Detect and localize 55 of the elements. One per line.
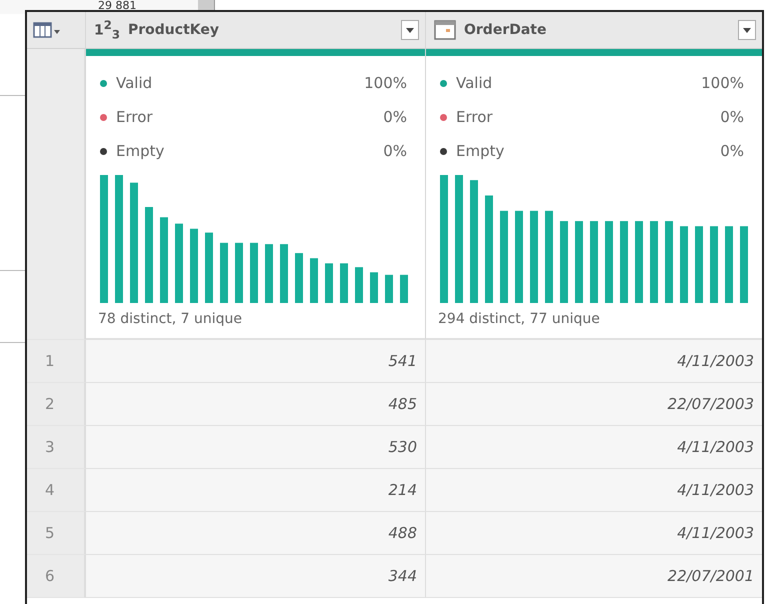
quality-percent: 0%: [383, 107, 407, 128]
table-cell: 541: [388, 352, 417, 370]
column-filter-button[interactable]: [738, 20, 756, 40]
column-filter-button[interactable]: [401, 20, 419, 40]
row-number: 3: [45, 438, 55, 456]
histogram-bar: [265, 244, 273, 303]
row-number: 1: [45, 352, 55, 370]
caret-icon: [743, 28, 751, 32]
quality-label: Valid: [116, 73, 154, 94]
histogram-bar: [385, 274, 393, 303]
calendar-icon[interactable]: [434, 20, 456, 40]
quality-label: Empty: [116, 141, 166, 162]
distribution-summary: 294 distinct, 77 unique: [438, 311, 601, 327]
histogram-bar: [340, 263, 348, 303]
background-value: 29 881: [98, 0, 136, 11]
table-cell: 485: [388, 395, 417, 413]
row-number: 5: [45, 524, 55, 542]
histogram-bar: [205, 232, 213, 303]
quality-percent: 0%: [720, 141, 744, 162]
distribution-summary: 78 distinct, 7 unique: [98, 311, 244, 327]
table-icon[interactable]: [33, 22, 61, 38]
histogram-bar: [370, 272, 378, 303]
histogram-bar: [400, 274, 408, 303]
quality-percent: 100%: [364, 73, 407, 94]
histogram-bar: [355, 267, 363, 303]
histogram-bar: [310, 258, 318, 303]
histogram-bar: [295, 253, 303, 303]
table-cell: 22/07/2001: [668, 567, 754, 585]
quality-label: Error: [456, 107, 494, 128]
table-cell: 22/07/2003: [668, 395, 754, 413]
histogram-bar: [280, 244, 288, 303]
table-cell: 214: [388, 481, 417, 499]
table-cell: 4/11/2003: [677, 438, 754, 456]
row-number: 6: [45, 567, 55, 585]
quality-label: Valid: [456, 73, 494, 94]
column-name: ProductKey: [128, 22, 220, 38]
histogram-bar: [325, 263, 333, 303]
histogram-bar: [250, 242, 258, 303]
table-cell: 4/11/2003: [677, 352, 754, 370]
quality-label: Empty: [456, 141, 506, 162]
histogram-bar: [235, 242, 243, 303]
table-cell: 488: [388, 524, 417, 542]
histogram-bar: [220, 242, 228, 303]
quality-label: Error: [116, 107, 154, 128]
table-cell: 530: [388, 438, 417, 456]
caret-icon: [406, 28, 414, 32]
row-number: 2: [45, 395, 55, 413]
table-cell: 344: [388, 567, 417, 585]
quality-percent: 0%: [720, 107, 744, 128]
quality-percent: 100%: [701, 73, 744, 94]
table-cell: 4/11/2003: [677, 524, 754, 542]
column-name: OrderDate: [464, 22, 548, 38]
row-number: 4: [45, 481, 55, 499]
table-cell: 4/11/2003: [677, 481, 754, 499]
quality-percent: 0%: [383, 141, 407, 162]
